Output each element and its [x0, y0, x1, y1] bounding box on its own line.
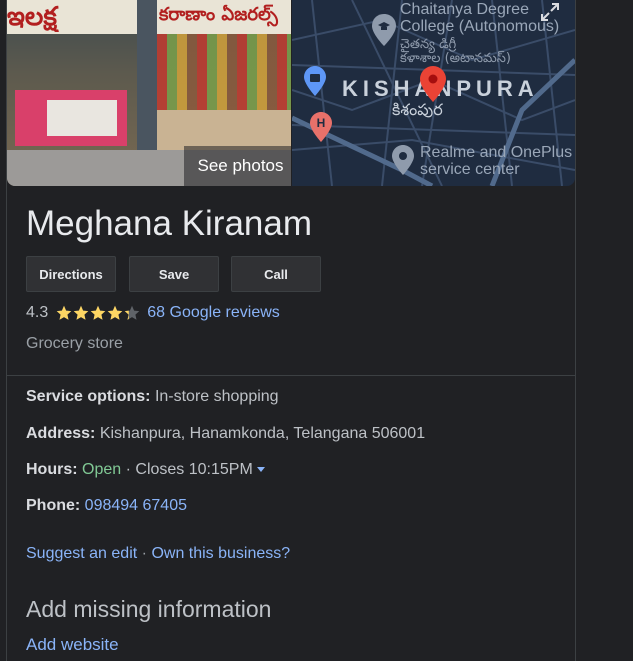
map-label-college-2: College (Autonomous) [400, 18, 560, 35]
address-label: Address: [26, 425, 96, 442]
call-button[interactable]: Call [231, 256, 321, 292]
service-options-label: Service options: [26, 388, 151, 405]
section-divider [7, 375, 575, 376]
star-icon [56, 305, 72, 320]
star-icon [90, 305, 106, 320]
phone-label: Phone: [26, 497, 81, 514]
map-thumbnail[interactable]: Chaitanya Degree College (Autonomous) చై… [292, 0, 575, 186]
map-label-area-telugu: కిశంపుర [392, 100, 443, 119]
address-row: Address: Kishanpura, Hanamkonda, Telanga… [26, 425, 425, 443]
see-photos-button[interactable]: See photos [184, 146, 291, 186]
directions-button[interactable]: Directions [26, 256, 116, 292]
shop-counter-glass [47, 100, 117, 136]
missing-info-heading: Add missing information [26, 596, 272, 622]
star-icon [73, 305, 89, 320]
edit-actions: Suggest an edit · Own this business? [26, 545, 290, 563]
business-photo[interactable]: ఇలక్ష కరాణాం ఏజరల్స్ See photos [7, 0, 291, 186]
suggest-edit-link[interactable]: Suggest an edit [26, 545, 137, 562]
chevron-down-icon[interactable] [256, 467, 265, 473]
hours-status: Open [82, 461, 122, 478]
rating-row: 4.3 68 Google reviews [26, 302, 280, 324]
own-business-link[interactable]: Own this business? [151, 545, 290, 562]
reviews-link[interactable]: 68 Google reviews [147, 304, 280, 322]
map-label-store-2: service center [420, 161, 520, 178]
hours-dropdown[interactable]: Closes 10:15PM [135, 461, 265, 478]
add-website-link[interactable]: Add website [26, 635, 119, 655]
phone-row: Phone: 098494 67405 [26, 497, 187, 515]
hospital-pin-icon: H [310, 112, 332, 142]
shop-sign-text-2: కరాణాం ఏజరల్స్ [159, 4, 278, 25]
shop-sign-text: ఇలక్ష [7, 2, 57, 32]
address-value: Kishanpura, Hanamkonda, Telangana 506001 [99, 425, 426, 442]
save-button[interactable]: Save [129, 256, 219, 292]
red-location-pin-icon[interactable] [420, 66, 446, 102]
service-options-row: Service options: In-store shopping [26, 388, 279, 406]
star-icon [124, 305, 140, 320]
hours-row: Hours: Open · Closes 10:15PM [26, 461, 265, 479]
hours-separator: · [125, 461, 131, 478]
gray-location-pin-icon [392, 145, 414, 175]
panel-right-border [575, 0, 576, 661]
actions-separator: · [141, 545, 147, 562]
hours-value: Closes 10:15PM [135, 461, 253, 478]
business-name: Meghana Kiranam [26, 204, 312, 243]
expand-icon[interactable] [540, 2, 560, 22]
star-rating [56, 305, 141, 321]
business-category: Grocery store [26, 335, 123, 352]
hours-label: Hours: [26, 461, 78, 478]
map-label-store: Realme and OnePlus [420, 144, 573, 161]
star-icon [107, 305, 123, 320]
school-pin-icon [372, 14, 396, 46]
svg-text:H: H [317, 116, 326, 130]
service-options-value: In-store shopping [154, 388, 279, 405]
rating-value: 4.3 [26, 304, 49, 321]
map-label-college: Chaitanya Degree [400, 1, 529, 18]
phone-link[interactable]: 098494 67405 [85, 497, 187, 514]
shopping-pin-icon [304, 66, 326, 96]
map-label-college-telugu-2: కళాశాల (అటానమస్) [400, 51, 511, 66]
